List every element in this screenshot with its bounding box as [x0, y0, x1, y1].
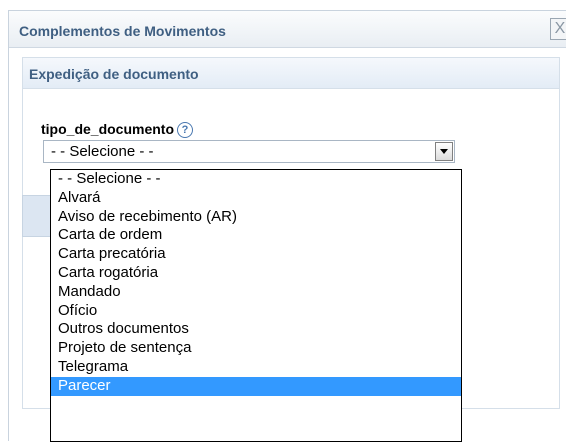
dropdown-option[interactable]: Ofício	[51, 302, 461, 321]
tipo-documento-label: tipo_de_documento?	[41, 121, 194, 139]
help-icon[interactable]: ?	[177, 122, 194, 139]
dropdown-option[interactable]: Carta precatória	[51, 245, 461, 264]
field-label-text: tipo_de_documento	[41, 121, 175, 137]
dropdown-option[interactable]: Outros documentos	[51, 320, 461, 339]
close-icon[interactable]: X	[550, 18, 566, 40]
tipo-documento-select[interactable]: - - Selecione - -	[43, 140, 455, 163]
dialog-titlebar: Complementos de Movimentos	[9, 11, 566, 48]
dropdown-option[interactable]: Projeto de sentença	[51, 339, 461, 358]
dropdown-option[interactable]: Telegrama	[51, 358, 461, 377]
dropdown-option[interactable]: - - Selecione - -	[51, 170, 461, 189]
chevron-down-icon[interactable]	[435, 142, 453, 161]
dialog-title: Complementos de Movimentos	[19, 23, 226, 39]
dropdown-option[interactable]: Carta rogatória	[51, 264, 461, 283]
dropdown-option[interactable]: Alvará	[51, 189, 461, 208]
dropdown-option[interactable]: Mandado	[51, 283, 461, 302]
dropdown-option[interactable]: Aviso de recebimento (AR)	[51, 208, 461, 227]
dropdown-option[interactable]: Parecer	[51, 376, 461, 396]
tipo-documento-dropdown[interactable]: - - Selecione - - Alvará Aviso de recebi…	[50, 169, 462, 442]
select-value: - - Selecione - -	[51, 143, 154, 160]
panel-title: Expedição de documento	[29, 66, 199, 82]
dropdown-option[interactable]: Carta de ordem	[51, 226, 461, 245]
panel-header: Expedição de documento	[23, 58, 559, 89]
